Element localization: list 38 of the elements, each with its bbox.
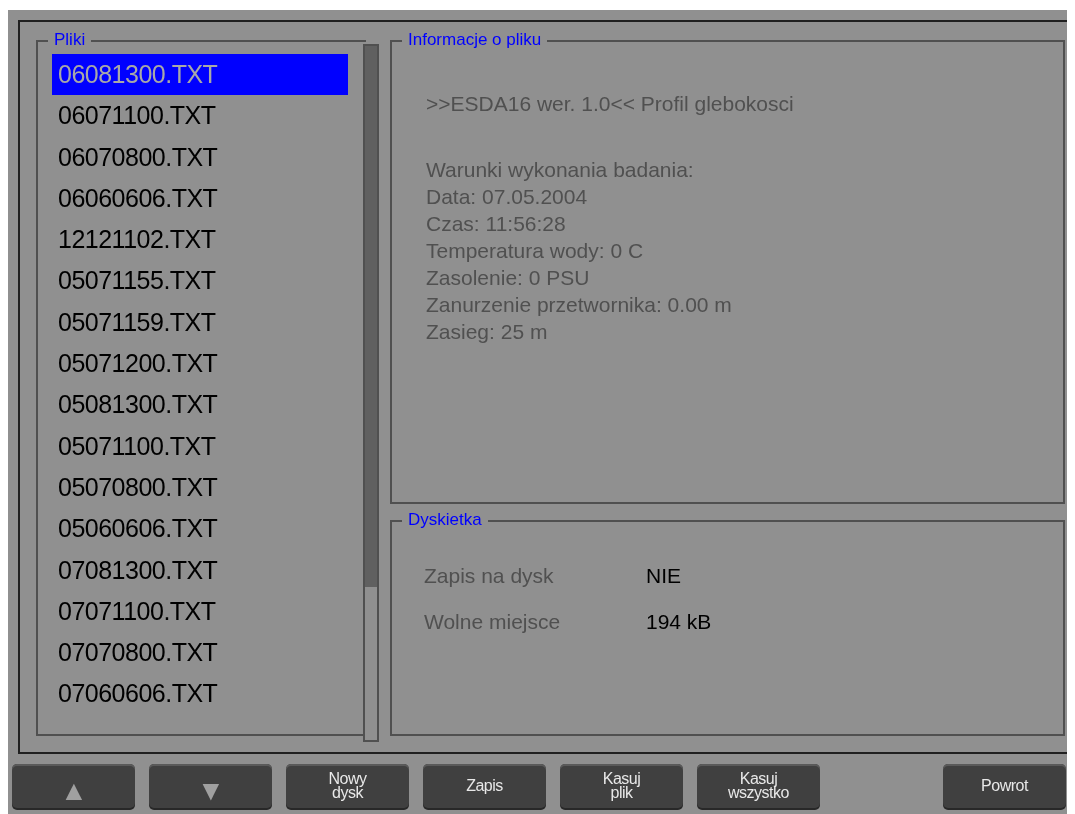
file-item[interactable]: 05081300.TXT	[52, 384, 348, 426]
scrollbar[interactable]	[363, 44, 379, 742]
file-item[interactable]: 05070800.TXT	[52, 466, 348, 509]
file-item[interactable]: 05071100.TXT	[52, 425, 348, 467]
file-item[interactable]: 06070800.TXT	[52, 136, 348, 178]
group-title: Dyskietka	[402, 510, 488, 530]
file-item[interactable]: 06071100.TXT	[52, 95, 348, 137]
action-button[interactable]: Nowy dysk	[286, 764, 409, 808]
file-item[interactable]: 05071200.TXT	[52, 343, 348, 385]
action-button[interactable]: Kasuj wszystko	[697, 764, 820, 808]
info-line: Czas: 11:56:28	[426, 211, 567, 237]
disk-value: NIE	[646, 564, 682, 588]
action-button[interactable]: Zapis	[423, 764, 546, 808]
file-item[interactable]: 05060606.TXT	[52, 508, 348, 550]
info-line: Temperatura wody: 0 C	[426, 238, 645, 264]
file-item[interactable]: 05071155.TXT	[52, 260, 348, 302]
file-item[interactable]: 12121102.TXT	[52, 219, 348, 261]
group-title: Informacje o pliku	[402, 30, 548, 50]
info-line: Zasieg: 25 m	[426, 319, 549, 345]
action-button[interactable]: Kasuj plik	[560, 764, 683, 808]
info-line: Zasolenie: 0 PSU	[426, 265, 591, 291]
info-line: Data: 07.05.2004	[426, 184, 589, 210]
info-line: Warunki wykonania badania:	[426, 157, 695, 183]
arrow-button[interactable]: ▼	[149, 764, 272, 808]
disk-label: Zapis na dysk	[424, 564, 555, 588]
file-item[interactable]: 05071159.TXT	[52, 301, 348, 344]
file-item[interactable]: 07071100.TXT	[52, 590, 348, 633]
disk-label: Wolne miejsce	[424, 610, 562, 634]
file-item[interactable]: 07070800.TXT	[52, 632, 348, 674]
file-item[interactable]: 07060606.TXT	[52, 673, 348, 715]
file-item[interactable]: 06081300.TXT	[52, 54, 348, 96]
info-line: Zanurzenie przetwornika: 0.00 m	[426, 292, 733, 318]
program-header: >>ESDA16 wer. 1.0<< Profil glebokosci	[426, 92, 795, 116]
arrow-button[interactable]: ▲	[12, 764, 135, 808]
disk-value: 194 kB	[646, 610, 712, 634]
action-button[interactable]: Powrot	[943, 764, 1066, 808]
file-item[interactable]: 07081300.TXT	[52, 549, 348, 591]
file-item[interactable]: 06060606.TXT	[52, 177, 348, 220]
